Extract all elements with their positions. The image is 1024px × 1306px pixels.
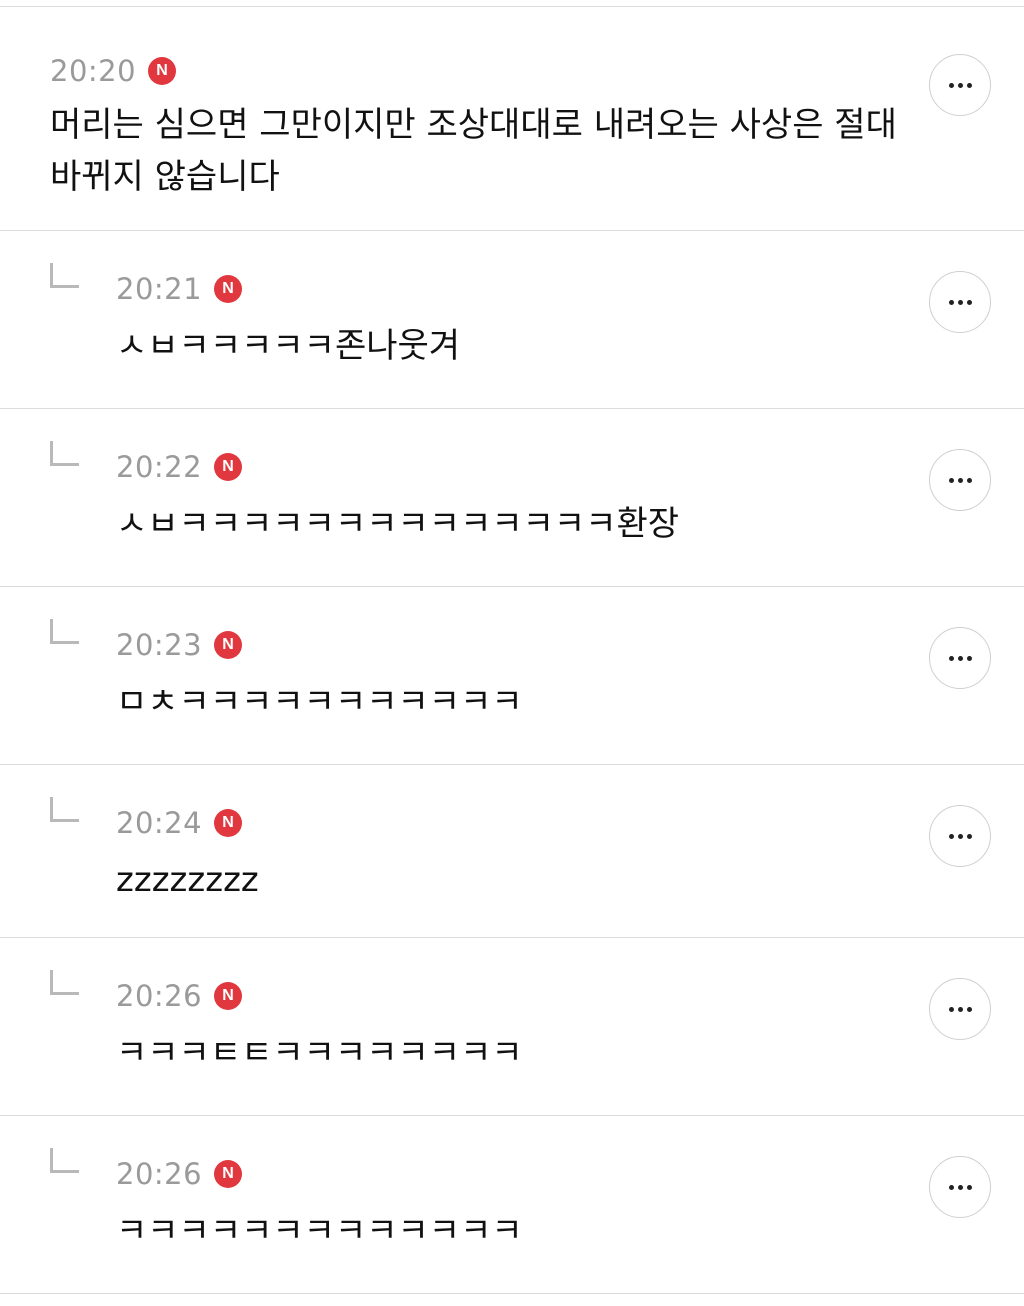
reply-text: ㅋㅋㅋㅌㅌㅋㅋㅋㅋㅋㅋㅋㅋ	[116, 1033, 523, 1073]
new-badge-icon: N	[214, 809, 243, 837]
reply-time: 20:26	[116, 1157, 203, 1191]
reply-item: 20:22 N ㅅㅂㅋㅋㅋㅋㅋㅋㅋㅋㅋㅋㅋㅋㅋㅋ환장	[0, 409, 1024, 587]
comment-meta: 20:20 N	[50, 54, 177, 88]
new-badge-icon: N	[214, 631, 243, 659]
reply-meta: 20:22 N	[116, 450, 243, 484]
reply-arrow-icon	[50, 970, 79, 995]
new-badge-icon: N	[214, 453, 243, 481]
reply-arrow-icon	[50, 441, 79, 466]
reply-item: 20:24 N zzzzzzzz	[0, 765, 1024, 938]
reply-time: 20:24	[116, 806, 203, 840]
comment-time: 20:20	[50, 54, 137, 88]
new-badge-icon: N	[214, 275, 243, 303]
more-dots-icon	[948, 655, 972, 661]
reply-text: ㅅㅂㅋㅋㅋㅋㅋㅋㅋㅋㅋㅋㅋㅋㅋㅋ환장	[116, 504, 680, 544]
new-badge-icon: N	[214, 982, 243, 1010]
reply-item: 20:26 N ㅋㅋㅋㅋㅋㅋㅋㅋㅋㅋㅋㅋㅋ	[0, 1116, 1024, 1294]
more-options-button[interactable]	[929, 449, 991, 511]
more-dots-icon	[948, 833, 972, 839]
reply-time: 20:26	[116, 979, 203, 1013]
reply-arrow-icon	[50, 797, 79, 822]
more-options-button[interactable]	[929, 805, 991, 867]
reply-meta: 20:26 N	[116, 979, 243, 1013]
reply-text: ㅁㅊㅋㅋㅋㅋㅋㅋㅋㅋㅋㅋㅋ	[116, 682, 523, 722]
reply-item: 20:21 N ㅅㅂㅋㅋㅋㅋㅋ존나웃겨	[0, 231, 1024, 409]
more-options-button[interactable]	[929, 54, 991, 116]
more-dots-icon	[948, 477, 972, 483]
more-dots-icon	[948, 1006, 972, 1012]
more-dots-icon	[948, 82, 972, 88]
reply-time: 20:22	[116, 450, 203, 484]
reply-meta: 20:21 N	[116, 272, 243, 306]
more-options-button[interactable]	[929, 1156, 991, 1218]
reply-time: 20:23	[116, 628, 203, 662]
reply-meta: 20:24 N	[116, 806, 243, 840]
more-options-button[interactable]	[929, 627, 991, 689]
reply-item: 20:23 N ㅁㅊㅋㅋㅋㅋㅋㅋㅋㅋㅋㅋㅋ	[0, 587, 1024, 765]
more-options-button[interactable]	[929, 978, 991, 1040]
reply-text: ㅋㅋㅋㅋㅋㅋㅋㅋㅋㅋㅋㅋㅋ	[116, 1211, 523, 1251]
more-options-button[interactable]	[929, 271, 991, 333]
reply-text: ㅅㅂㅋㅋㅋㅋㅋ존나웃겨	[116, 326, 461, 366]
comment-text: 머리는 심으면 그만이지만 조상대대로 내려오는 사상은 절대 바뀌지 않습니다	[50, 105, 897, 197]
new-badge-icon: N	[148, 57, 177, 85]
reply-meta: 20:23 N	[116, 628, 243, 662]
reply-item: 20:26 N ㅋㅋㅋㅌㅌㅋㅋㅋㅋㅋㅋㅋㅋ	[0, 938, 1024, 1116]
comment-item: 20:20 N 머리는 심으면 그만이지만 조상대대로 내려오는 사상은 절대 …	[0, 7, 1024, 231]
reply-arrow-icon	[50, 1148, 79, 1173]
reply-time: 20:21	[116, 272, 203, 306]
reply-arrow-icon	[50, 263, 79, 288]
more-dots-icon	[948, 299, 972, 305]
reply-arrow-icon	[50, 619, 79, 644]
reply-meta: 20:26 N	[116, 1157, 243, 1191]
new-badge-icon: N	[214, 1160, 243, 1188]
reply-text: zzzzzzzz	[116, 860, 259, 900]
more-dots-icon	[948, 1184, 972, 1190]
top-divider	[0, 0, 1024, 7]
